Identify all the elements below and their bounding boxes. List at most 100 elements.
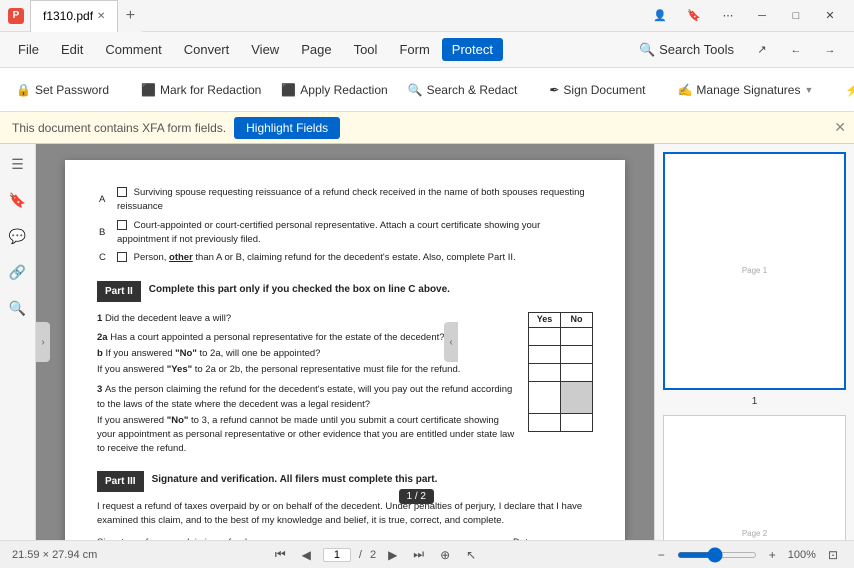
sidebar-thumbnail-icon[interactable]: ☰	[6, 152, 30, 176]
zoom-slider[interactable]	[677, 552, 757, 558]
right-collapse-button[interactable]: ‹	[444, 322, 458, 362]
sign-document-button[interactable]: ✒ Sign Document	[541, 79, 653, 101]
bookmark-icon[interactable]: 🔖	[678, 2, 710, 30]
document-page: A Surviving spouse requesting reissuance…	[65, 160, 625, 540]
menu-bar: File Edit Comment Convert View Page Tool…	[0, 32, 854, 68]
info-close-button[interactable]: ✕	[834, 119, 846, 136]
sidebar-comment-icon[interactable]: 💬	[6, 224, 30, 248]
left-sidebar: ☰ 🔖 💬 🔗 🔍	[0, 144, 36, 540]
profile-icon[interactable]: 👤	[644, 2, 676, 30]
electro-icon: ⚡	[845, 83, 854, 97]
first-page-button[interactable]: ⏮	[271, 545, 290, 564]
yes-no-table: Yes No	[528, 312, 593, 432]
menu-protect[interactable]: Protect	[442, 38, 503, 61]
menu-comment[interactable]: Comment	[95, 38, 171, 61]
status-center: ⏮ ◀ / 2 ▶ ⏭ ⊕ ↖	[113, 545, 637, 564]
apply-icon: ⬛	[281, 83, 296, 97]
more-options-button[interactable]: ⋯	[712, 2, 744, 30]
set-password-button[interactable]: 🔒 Set Password	[8, 79, 117, 101]
minimize-button[interactable]: ─	[746, 2, 778, 30]
right-panel: Page 1 1 Page 2 2	[654, 144, 854, 540]
menu-form[interactable]: Form	[389, 38, 439, 61]
prev-page-button[interactable]: ◀	[298, 546, 315, 564]
part3-title: Signature and verification. All filers m…	[152, 472, 438, 487]
toolbar: 🔒 Set Password ⬛ Mark for Redaction ⬛ Ap…	[0, 68, 854, 112]
title-bar-left: P f1310.pdf ✕ +	[8, 0, 644, 32]
tab-filename: f1310.pdf	[43, 9, 93, 23]
total-pages: 2	[370, 549, 376, 561]
document-area[interactable]: › A Surviving spouse requesting reissuan…	[36, 144, 654, 540]
manage-signatures-button[interactable]: ✍ Manage Signatures ▼	[669, 79, 821, 101]
new-tab-button[interactable]: +	[118, 4, 142, 28]
question-2a: 2a Has a court appointed a personal repr…	[97, 331, 593, 345]
question-1: 1 Did the decedent leave a will?	[97, 312, 593, 326]
next-page-button[interactable]: ▶	[384, 546, 401, 564]
zoom-in-button[interactable]: +	[765, 546, 780, 564]
menu-tool[interactable]: Tool	[344, 38, 388, 61]
thumb-label-1: 1	[663, 396, 846, 407]
sidebar-bookmark-icon[interactable]: 🔖	[6, 188, 30, 212]
status-right: − + 100% ⊡	[654, 546, 842, 564]
highlight-fields-button[interactable]: Highlight Fields	[234, 117, 340, 139]
left-collapse-button[interactable]: ›	[36, 322, 50, 362]
question-2-note: If you answered "Yes" to 2a or 2b, the p…	[97, 363, 593, 377]
menu-edit[interactable]: Edit	[51, 38, 93, 61]
mark-for-redaction-button[interactable]: ⬛ Mark for Redaction	[133, 79, 269, 101]
forward-button[interactable]: →	[814, 36, 846, 64]
question-3-note: If you answered "No" to 3, a refund cann…	[97, 414, 593, 457]
main-area: ☰ 🔖 💬 🔗 🔍 › A Surviving spouse requestin…	[0, 144, 854, 540]
electro-button[interactable]: ⚡ Electro	[837, 79, 854, 101]
table-row: C Person, other than A or B, claiming re…	[97, 249, 593, 267]
question-2b: b If you answered "No" to 2a, will one b…	[97, 347, 593, 361]
checkbox-a[interactable]	[117, 187, 127, 197]
document-dimensions: 21.59 × 27.94 cm	[12, 549, 97, 561]
last-page-button[interactable]: ⏭	[409, 545, 428, 564]
questions-section: Yes No 1 Did the decedent leave a will? …	[97, 312, 593, 462]
menu-file[interactable]: File	[8, 38, 49, 61]
search-redact-icon: 🔍	[408, 83, 423, 97]
sidebar-search-icon[interactable]: 🔍	[6, 296, 30, 320]
info-bar: This document contains XFA form fields. …	[0, 112, 854, 144]
signature-row: Signature of person claiming refund Date	[97, 536, 593, 540]
menu-view[interactable]: View	[241, 38, 289, 61]
zoom-level: 100%	[788, 549, 816, 561]
close-button[interactable]: ✕	[814, 2, 846, 30]
thumbnail-container-1[interactable]: Page 1 1	[663, 152, 846, 407]
page-number-input[interactable]	[323, 548, 351, 562]
dropdown-arrow-icon: ▼	[804, 85, 813, 95]
thumbnail-container-2[interactable]: Page 2 2	[663, 415, 846, 540]
page-badge: 1 / 2	[399, 489, 434, 504]
menu-convert[interactable]: Convert	[174, 38, 240, 61]
select-tool-button[interactable]: ↖	[462, 546, 480, 564]
table-row: A Surviving spouse requesting reissuance…	[97, 184, 593, 217]
status-bar: 21.59 × 27.94 cm ⏮ ◀ / 2 ▶ ⏭ ⊕ ↖ − + 100…	[0, 540, 854, 568]
mark-icon: ⬛	[141, 83, 156, 97]
search-and-redact-button[interactable]: 🔍 Search & Redact	[400, 79, 526, 101]
zoom-out-button[interactable]: −	[654, 546, 669, 564]
tab-close-button[interactable]: ✕	[97, 11, 105, 22]
active-tab[interactable]: f1310.pdf ✕	[30, 0, 118, 32]
back-button[interactable]: ←	[780, 36, 812, 64]
checkbox-c[interactable]	[117, 252, 127, 262]
title-bar: P f1310.pdf ✕ + 👤 🔖 ⋯ ─ □ ✕	[0, 0, 854, 32]
apply-redaction-button[interactable]: ⬛ Apply Redaction	[273, 79, 395, 101]
sidebar-link-icon[interactable]: 🔗	[6, 260, 30, 284]
info-message: This document contains XFA form fields.	[12, 121, 226, 135]
sig-icon: ✍	[677, 83, 692, 97]
tab-bar: f1310.pdf ✕ +	[30, 0, 142, 32]
fit-page-button[interactable]: ⊡	[824, 546, 842, 564]
rotate-button[interactable]: ⊕	[436, 546, 454, 564]
search-tools-button[interactable]: 🔍 Search Tools	[629, 38, 744, 62]
maximize-button[interactable]: □	[780, 2, 812, 30]
app-icon: P	[8, 8, 24, 24]
menu-page[interactable]: Page	[291, 38, 341, 61]
external-link-icon[interactable]: ↗	[746, 36, 778, 64]
checkbox-b[interactable]	[117, 220, 127, 230]
lock-icon: 🔒	[16, 83, 31, 97]
window-controls: 👤 🔖 ⋯ ─ □ ✕	[644, 2, 846, 30]
page-thumb-1: Page 1	[663, 152, 846, 390]
search-tools-icon: 🔍	[639, 42, 655, 57]
page-thumb-2: Page 2	[663, 415, 846, 540]
part2-label: Part II	[97, 281, 141, 302]
question-3: 3 As the person claiming the refund for …	[97, 383, 593, 412]
